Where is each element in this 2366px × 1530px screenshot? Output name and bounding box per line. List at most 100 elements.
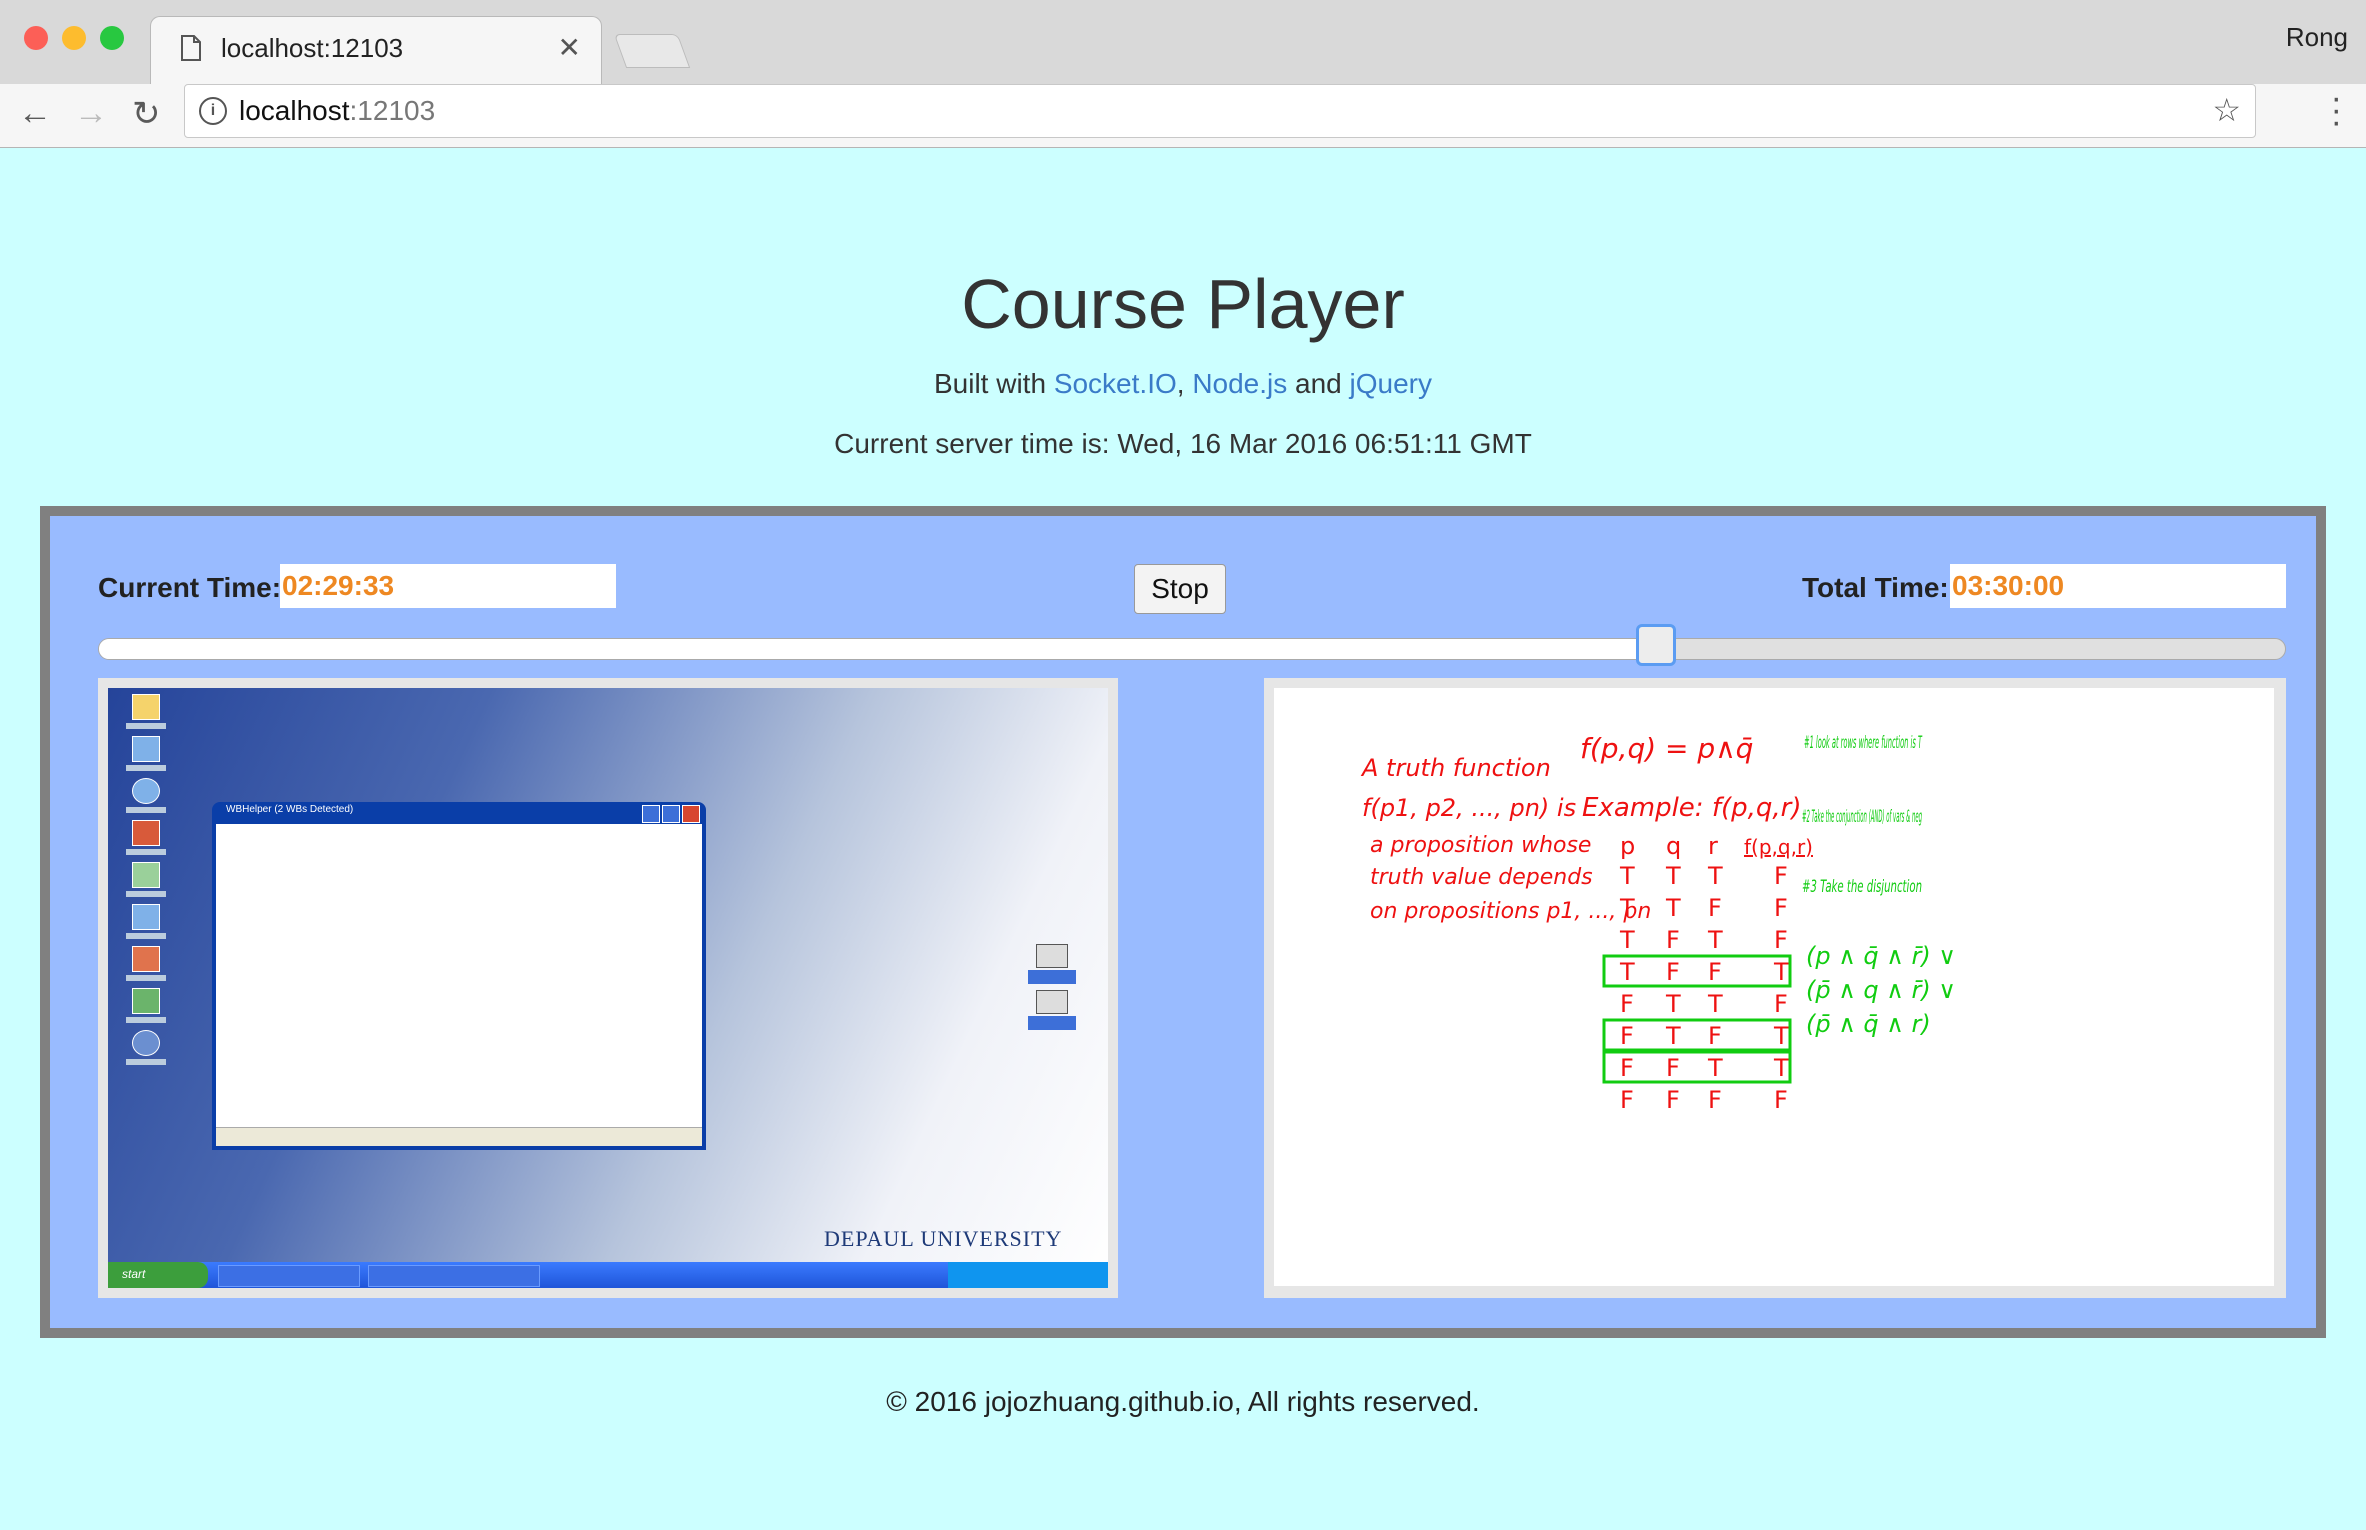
step-3: #3 Take the disjunction — [1802, 877, 1922, 897]
desktop-icon-recycle — [122, 862, 170, 900]
table-cell: F — [1708, 958, 1722, 986]
table-cell: F — [1666, 926, 1680, 954]
wbhelper-window: WBHelper (2 WBs Detected) — [212, 802, 706, 1150]
footer-copyright: © 2016 jojozhuang.github.io, All rights … — [886, 1386, 1480, 1417]
desktop-shortcut-camera — [1028, 944, 1076, 988]
stop-button[interactable]: Stop — [1134, 564, 1226, 614]
slider-handle[interactable] — [1635, 624, 1676, 666]
new-tab-button[interactable] — [613, 34, 691, 68]
built-separator: , — [1176, 368, 1185, 399]
whiteboard-panel: A truth function f(p1, p2, ..., pn) is a… — [1264, 678, 2286, 1298]
nodejs-link[interactable]: Node.js — [1192, 368, 1287, 399]
term-3: (p̄ ∧ q̄ ∧ r) — [1806, 1010, 1931, 1038]
table-cell: F — [1774, 926, 1788, 954]
forward-arrow-icon[interactable]: → — [74, 94, 108, 133]
minimize-window-button[interactable] — [62, 26, 86, 50]
back-arrow-icon[interactable]: ← — [18, 94, 52, 133]
table-cell: F — [1774, 990, 1788, 1018]
profile-name[interactable]: Rong — [2286, 22, 2348, 53]
term-1: (p ∧ q̄ ∧ r̄) ∨ — [1806, 942, 1956, 970]
desktop-icon-office-3 — [122, 988, 170, 1026]
desktop-icon-computer — [122, 736, 170, 774]
progress-fill — [99, 639, 1657, 659]
table-cell: T — [1707, 1054, 1723, 1082]
table-cell: T — [1773, 1054, 1789, 1082]
close-window-button[interactable] — [24, 26, 48, 50]
table-header: r — [1708, 832, 1718, 860]
table-header: f(p,q,r) — [1744, 835, 1813, 859]
note-line-3: a proposition whose — [1370, 833, 1591, 858]
built-and: and — [1295, 368, 1342, 399]
wbhelper-status-bar — [216, 1127, 702, 1146]
wbhelper-window-buttons — [642, 805, 700, 823]
start-button: start — [108, 1262, 208, 1288]
tab-localhost[interactable]: localhost:12103 ✕ — [150, 16, 602, 85]
table-cell: T — [1707, 926, 1723, 954]
browser-menu-icon[interactable]: · · · — [2331, 81, 2342, 139]
url-port: :12103 — [349, 95, 436, 126]
table-cell: T — [1619, 926, 1635, 954]
whiteboard-drawing: A truth function f(p1, p2, ..., pn) is a… — [1360, 732, 1956, 1114]
table-cell: F — [1774, 894, 1788, 922]
browser-chrome: localhost:12103 ✕ Rong ← → ↻ i localhost… — [0, 0, 2366, 148]
tab-title: localhost:12103 — [221, 33, 404, 63]
desktop-icon-earth — [122, 1030, 170, 1068]
current-time-label: Current Time: — [98, 572, 282, 603]
table-cell: F — [1708, 1086, 1722, 1114]
table-cell: F — [1708, 1022, 1722, 1050]
note-line-4: truth value depends — [1370, 865, 1593, 890]
desktop-shortcut-recorder — [1028, 990, 1076, 1034]
taskbar-item-wbhelper — [218, 1265, 360, 1287]
desktop-icon-app — [122, 820, 170, 858]
taskbar: start — [108, 1262, 1108, 1288]
document-icon — [181, 35, 201, 61]
table-cell: F — [1666, 1054, 1680, 1082]
table-cell: F — [1666, 958, 1680, 986]
table-cell: T — [1773, 1022, 1789, 1050]
jquery-link[interactable]: jQuery — [1350, 368, 1432, 399]
table-cell: T — [1665, 1022, 1681, 1050]
desktop-icon-documents — [122, 694, 170, 732]
table-cell: F — [1666, 1086, 1680, 1114]
table-cell: T — [1665, 990, 1681, 1018]
note-line-2: f(p1, p2, ..., pn) is — [1362, 794, 1576, 822]
page-title: Course Player — [961, 265, 1405, 343]
url-text: localhost:12103 — [239, 95, 435, 127]
total-time-field: 03:30:00 — [1950, 564, 2286, 608]
total-time-label: Total Time: — [1802, 572, 1949, 603]
socketio-link[interactable]: Socket.IO — [1054, 368, 1177, 399]
term-2: (p̄ ∧ q ∧ r̄) ∨ — [1806, 976, 1956, 1004]
course-player: Current Time: 02:29:33 Stop Total Time: … — [40, 506, 2326, 1338]
server-time: Current server time is: Wed, 16 Mar 2016… — [834, 428, 1532, 459]
desktop-icon-office-1 — [122, 904, 170, 942]
taskbar-item-recorder — [368, 1265, 540, 1287]
table-cell: F — [1620, 1022, 1634, 1050]
table-cell: T — [1773, 958, 1789, 986]
address-bar[interactable]: i localhost:12103 ☆ — [184, 84, 2256, 138]
reload-icon[interactable]: ↻ — [132, 94, 161, 134]
close-tab-icon[interactable]: ✕ — [558, 31, 581, 64]
table-cell: T — [1707, 862, 1723, 890]
zoom-window-button[interactable] — [100, 26, 124, 50]
step-2: #2 Take the conjunction (AND) of vars & … — [1802, 807, 1922, 827]
table-cell: F — [1774, 862, 1788, 890]
system-tray — [948, 1262, 1108, 1288]
table-cell: F — [1620, 1054, 1634, 1082]
table-cell: T — [1619, 894, 1635, 922]
table-cell: T — [1619, 958, 1635, 986]
progress-slider[interactable] — [98, 638, 2286, 660]
table-cell: T — [1619, 862, 1635, 890]
table-cell: T — [1665, 894, 1681, 922]
info-icon[interactable]: i — [199, 97, 227, 125]
screen-recording: WBHelper (2 WBs Detected) DEPAUL UNIVERS… — [108, 688, 1108, 1288]
bookmark-star-icon[interactable]: ☆ — [2212, 91, 2241, 129]
tab-bar: localhost:12103 ✕ Rong — [0, 0, 2366, 85]
table-cell: F — [1708, 894, 1722, 922]
window-controls — [24, 26, 124, 50]
example-label: Example: f(p,q,r) — [1582, 793, 1802, 823]
current-time-field: 02:29:33 — [280, 564, 616, 608]
depaul-logo: DEPAUL UNIVERSITY — [824, 1226, 1063, 1251]
wbhelper-body — [216, 824, 702, 1146]
table-header: p — [1620, 832, 1635, 860]
table-cell: F — [1774, 1086, 1788, 1114]
